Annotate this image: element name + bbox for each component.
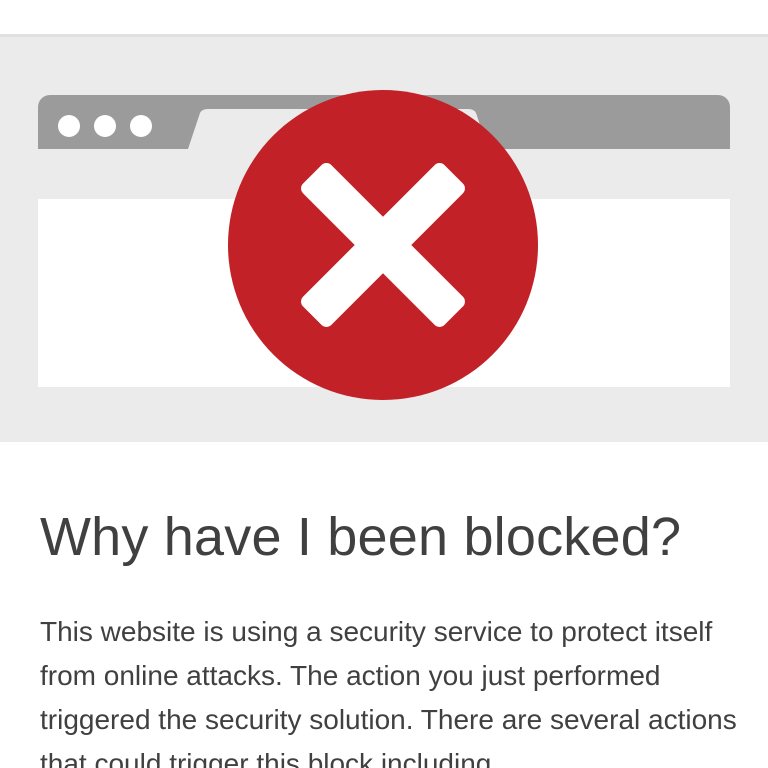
page-title: Why have I been blocked?: [40, 507, 682, 567]
top-strip: [0, 0, 768, 34]
window-dot-icon: [58, 115, 80, 137]
hero-banner: [0, 34, 768, 442]
window-dot-icon: [130, 115, 152, 137]
block-explanation-text: This website is using a security service…: [40, 616, 737, 768]
blocked-page: Why have I been blocked? This website is…: [0, 0, 768, 768]
error-x-icon: [228, 90, 538, 400]
window-dot-icon: [94, 115, 116, 137]
